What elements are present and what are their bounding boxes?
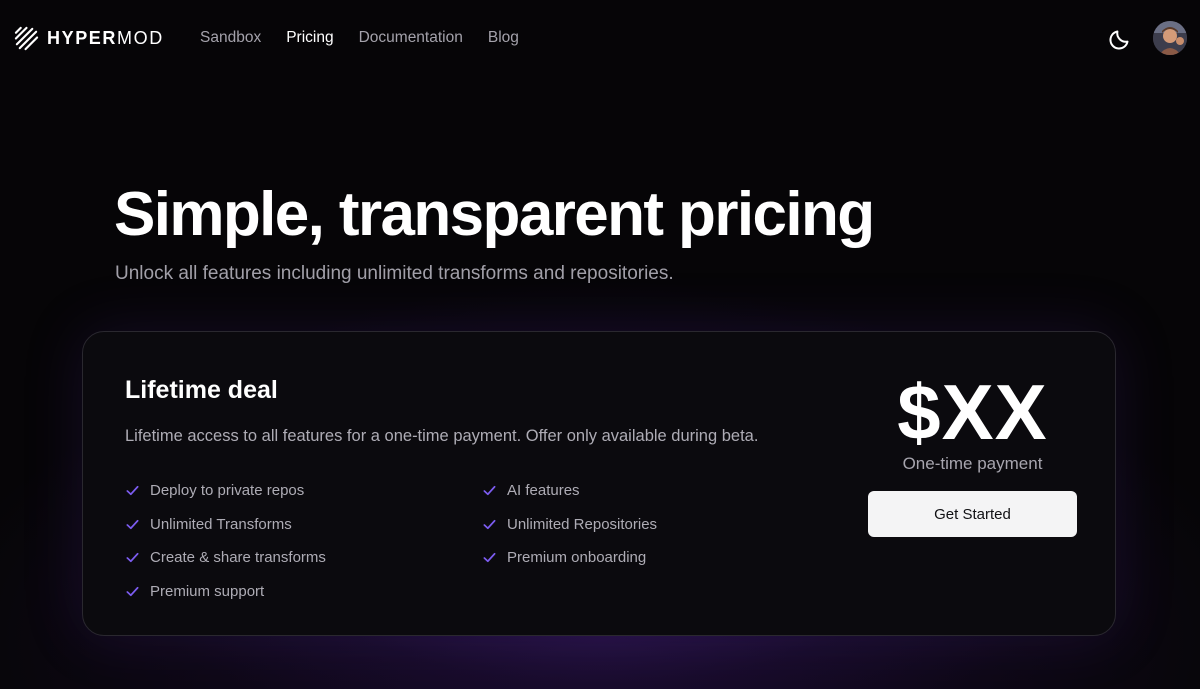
pricing-card: Lifetime deal Lifetime access to all fea… [82, 331, 1116, 636]
feature-label: Premium onboarding [507, 549, 647, 567]
nav-item-blog[interactable]: Blog [488, 29, 519, 47]
feature-item: AI features [482, 474, 682, 508]
nav-item-documentation[interactable]: Documentation [359, 29, 463, 47]
plan-title: Lifetime deal [125, 376, 278, 404]
price-note: One-time payment [902, 454, 1043, 473]
brand-name-bold: HYPER [47, 28, 118, 48]
brand-logo[interactable]: HYPERMOD [13, 25, 164, 52]
feature-item: Premium onboarding [482, 541, 682, 575]
feature-label: AI features [507, 482, 580, 500]
check-icon [126, 553, 139, 563]
check-icon [126, 586, 139, 596]
check-icon [126, 486, 139, 496]
nav-item-sandbox[interactable]: Sandbox [200, 29, 261, 47]
moon-icon [1109, 30, 1129, 50]
main-nav: Sandbox Pricing Documentation Blog [200, 29, 519, 47]
theme-toggle-button[interactable] [1106, 25, 1134, 53]
check-icon [483, 553, 496, 563]
feature-label: Unlimited Repositories [507, 515, 658, 533]
feature-item: Premium support [125, 575, 482, 609]
check-icon [126, 519, 139, 529]
feature-item: Unlimited Repositories [482, 508, 682, 542]
price-amount: $XX [897, 368, 1048, 456]
feature-item: Create & share transforms [125, 541, 482, 575]
check-icon [483, 519, 496, 529]
check-icon [483, 486, 496, 496]
brand-name-light: MOD [117, 28, 164, 48]
top-navbar: HYPERMOD Sandbox Pricing Documentation B… [0, 0, 1200, 78]
user-avatar[interactable] [1153, 21, 1187, 55]
feature-label: Premium support [150, 582, 265, 600]
feature-label: Deploy to private repos [150, 482, 305, 500]
feature-list: Deploy to private repos Unlimited Transf… [125, 474, 685, 608]
brand-name: HYPERMOD [47, 28, 164, 49]
price-block: $XX One-time payment [868, 372, 1077, 474]
feature-item: Unlimited Transforms [125, 508, 482, 542]
nav-item-pricing[interactable]: Pricing [286, 29, 333, 47]
get-started-button[interactable]: Get Started [868, 491, 1077, 537]
pricing-page: HYPERMOD Sandbox Pricing Documentation B… [0, 0, 1200, 689]
plan-description: Lifetime access to all features for a on… [125, 427, 759, 445]
feature-item: Deploy to private repos [125, 474, 482, 508]
page-subtitle: Unlock all features including unlimited … [115, 263, 674, 284]
avatar-photo-icon [1153, 21, 1187, 55]
feature-label: Create & share transforms [150, 549, 326, 567]
hypermod-logo-icon [14, 26, 39, 51]
page-title: Simple, transparent pricing [114, 180, 875, 249]
feature-label: Unlimited Transforms [150, 515, 292, 533]
